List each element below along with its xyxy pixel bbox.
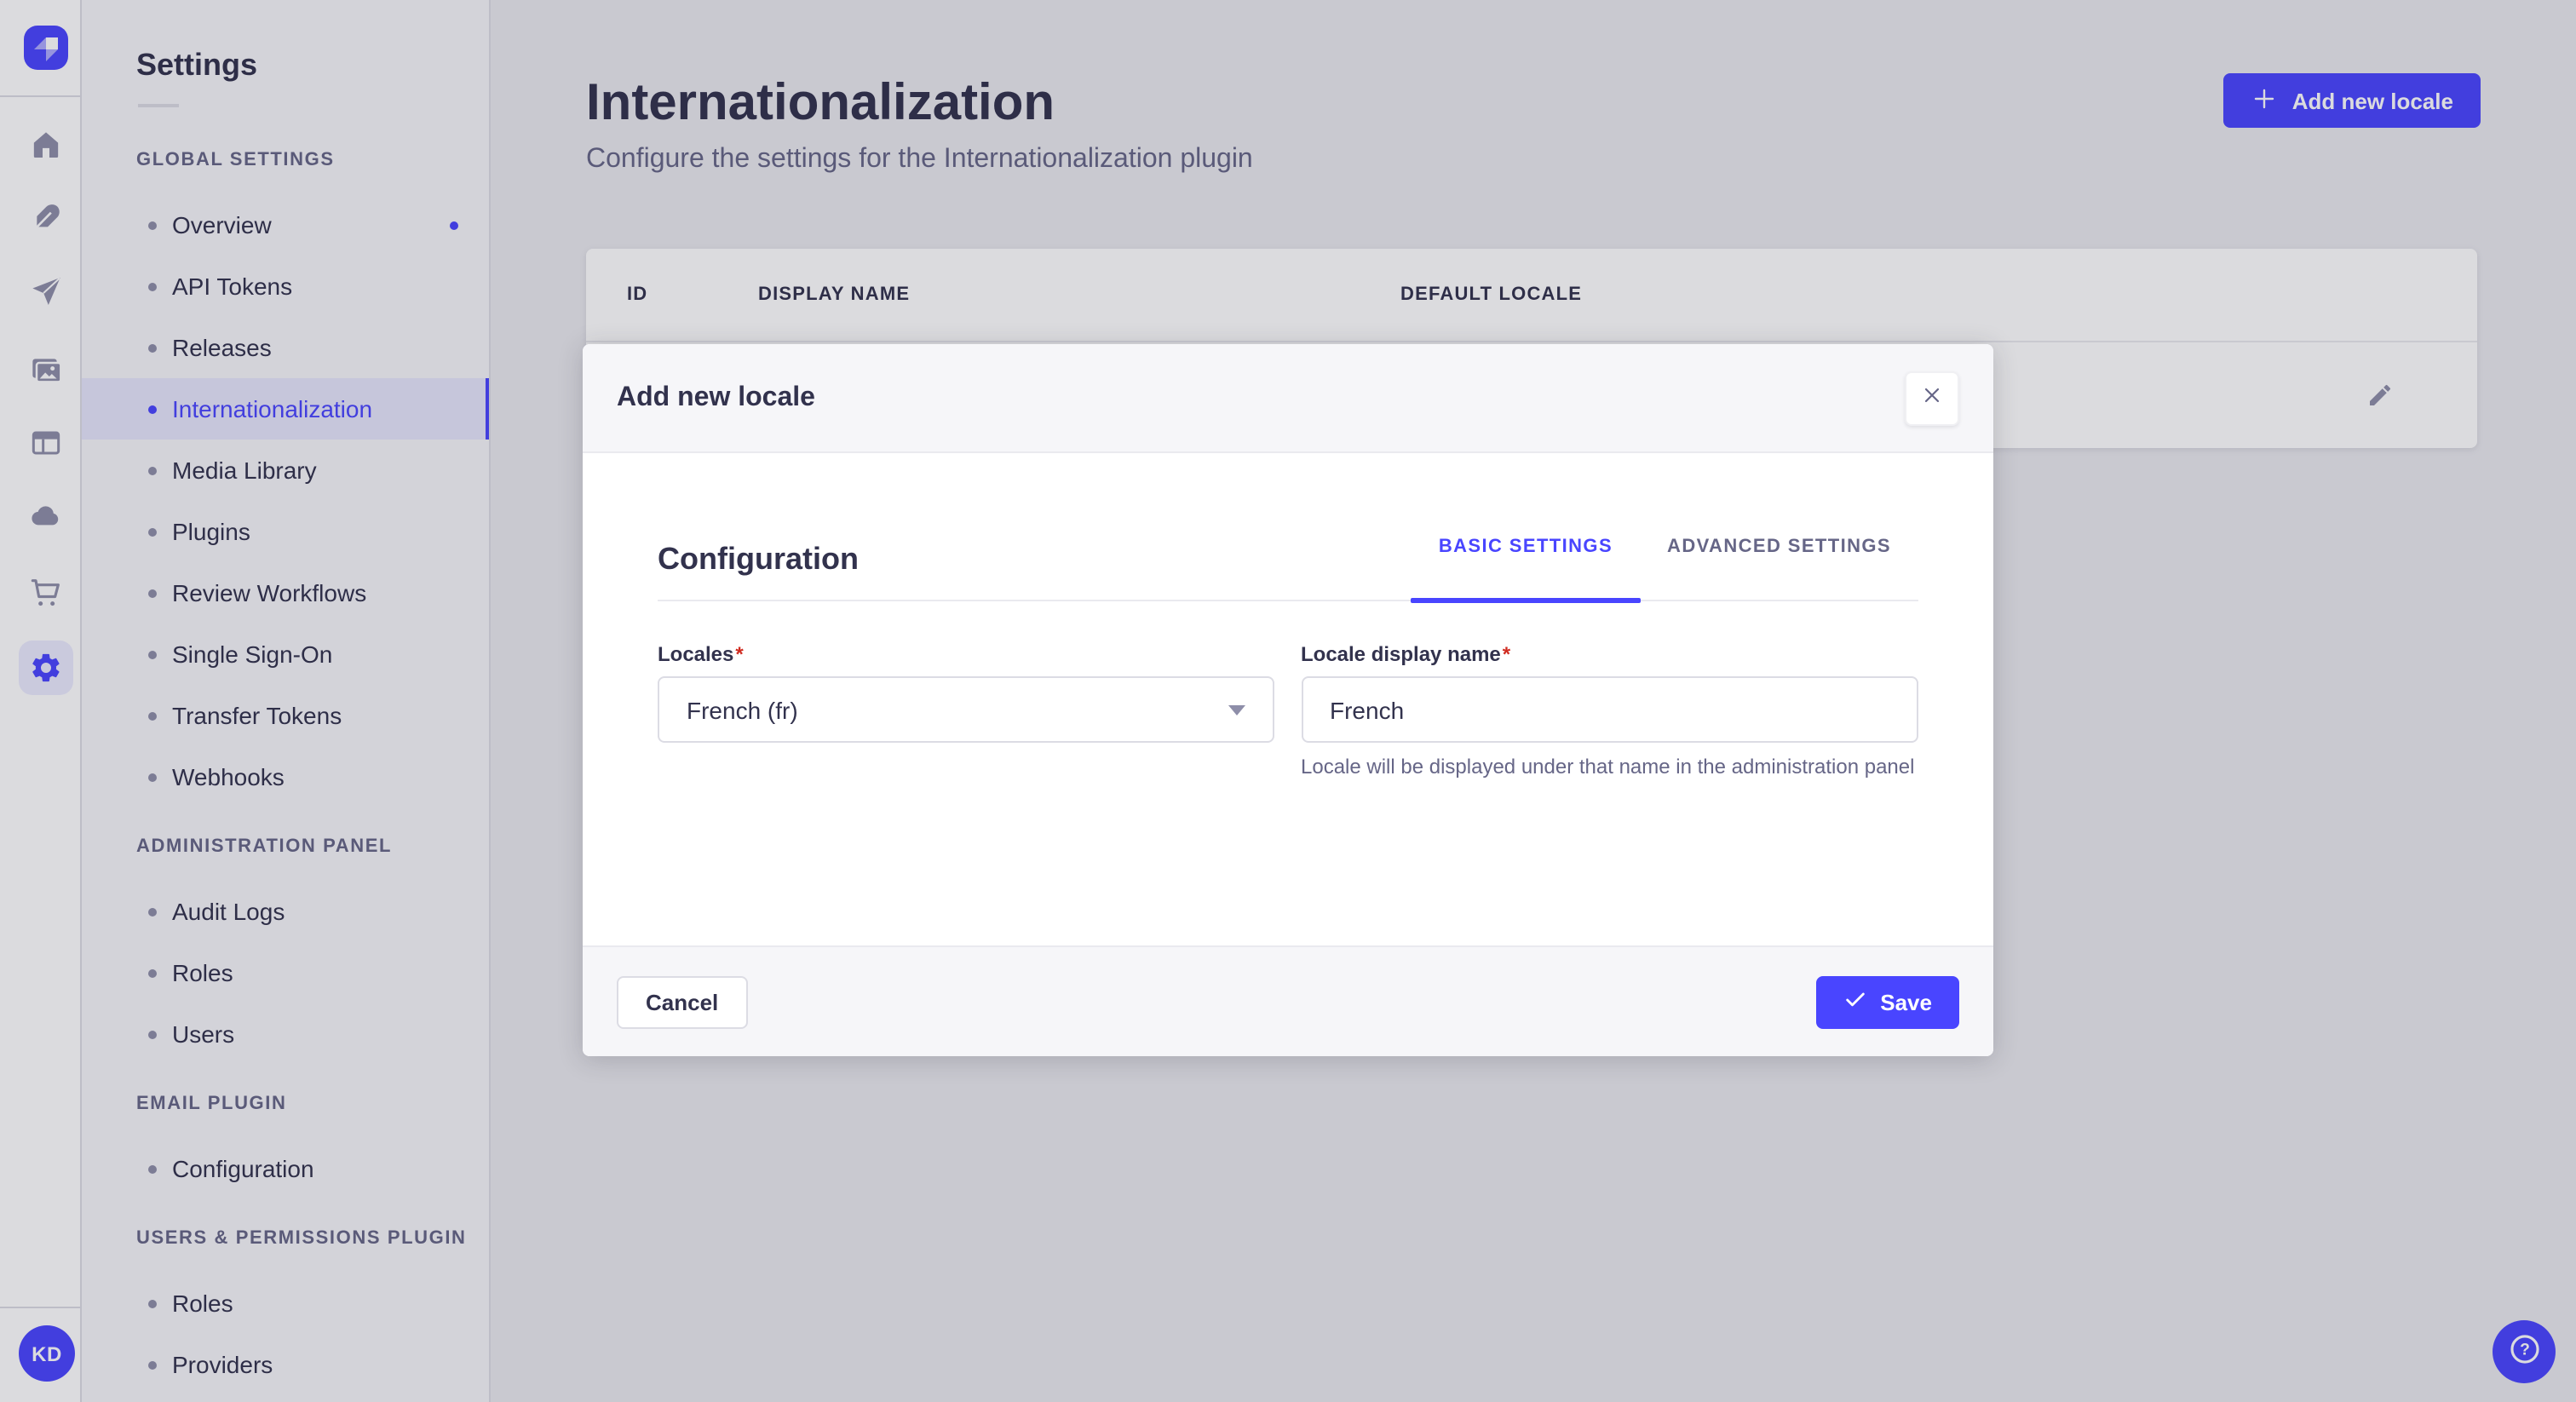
close-icon	[1922, 385, 1942, 411]
cancel-button[interactable]: Cancel	[617, 975, 748, 1028]
close-modal-button[interactable]	[1905, 371, 1959, 425]
locales-field: Locales * French (fr)	[658, 642, 1274, 780]
tab-basic-settings[interactable]: BASIC SETTINGS	[1411, 514, 1641, 603]
app-root: KD Settings GLOBAL SETTINGS Overview API…	[0, 0, 2576, 1402]
chevron-down-icon	[1228, 704, 1245, 715]
tabs-divider	[658, 600, 1918, 601]
save-button[interactable]: Save	[1815, 975, 1959, 1028]
locales-select-value: French (fr)	[687, 696, 798, 723]
locales-label: Locales	[658, 642, 734, 666]
display-name-input[interactable]	[1301, 676, 1918, 743]
modal-footer: Cancel Save	[583, 945, 1993, 1056]
modal-body: Configuration BASIC SETTINGS ADVANCED SE…	[583, 453, 1993, 945]
required-asterisk: *	[735, 642, 744, 666]
display-name-field: Locale display name* Locale will be disp…	[1301, 642, 1918, 780]
modal-header: Add new locale	[583, 344, 1993, 453]
required-asterisk: *	[1502, 642, 1511, 666]
settings-tabs: BASIC SETTINGS ADVANCED SETTINGS	[1411, 514, 1918, 603]
modal-title: Add new locale	[617, 382, 815, 411]
locales-select[interactable]: French (fr)	[658, 676, 1274, 743]
display-name-helper: Locale will be displayed under that name…	[1301, 755, 1915, 779]
tab-advanced-settings[interactable]: ADVANCED SETTINGS	[1640, 514, 1918, 579]
add-locale-modal: Add new locale Configuration BASIC SETTI…	[583, 344, 1993, 1056]
check-icon	[1843, 987, 1866, 1016]
display-name-label: Locale display name	[1301, 642, 1501, 666]
configuration-heading: Configuration	[658, 542, 859, 576]
